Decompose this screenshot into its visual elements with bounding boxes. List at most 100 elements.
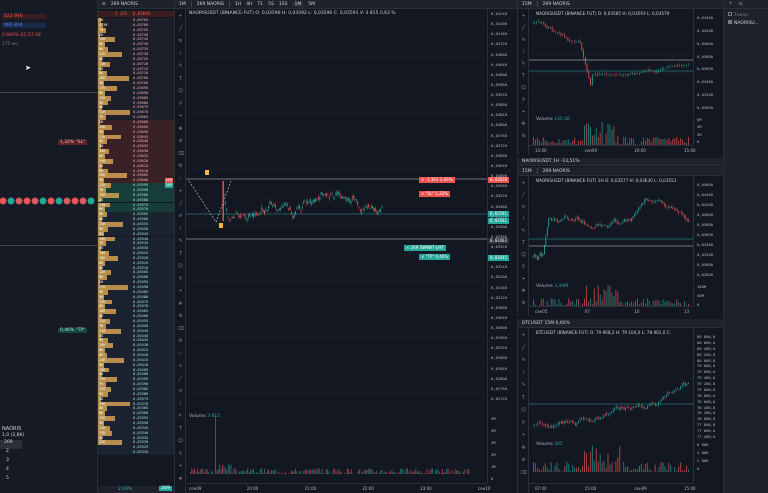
drawing-tool-icon[interactable]: ✎ <box>176 238 185 245</box>
size-item-2[interactable]: 3 <box>0 458 22 467</box>
chart-b-symbol[interactable]: 269 NAORIS <box>543 169 570 174</box>
chart-a-time-axis[interactable]: 15:00 сен09 20:00 15:00 <box>529 145 696 155</box>
order-tag[interactable]: × -1 361 2,69% <box>419 177 455 183</box>
drawing-tool-icon[interactable]: ⚲ <box>519 420 528 427</box>
tf-button-5s[interactable]: 5S <box>268 2 274 7</box>
chart-a-symbol[interactable]: 269 NAORIS <box>543 2 570 7</box>
drawing-tool-icon[interactable]: ╱ <box>519 192 528 199</box>
drawing-tool-icon[interactable]: ⊕ <box>176 313 185 320</box>
tf-button-15s[interactable]: 15S <box>279 2 288 7</box>
drawing-tool-icon[interactable]: ⚲ <box>176 451 185 458</box>
checkbox-icon[interactable] <box>728 12 732 16</box>
dom-row[interactable]: 0,03320 <box>98 450 174 455</box>
drawing-tool-icon[interactable]: ☺ <box>176 438 185 445</box>
drawing-tool-icon[interactable]: T <box>176 426 185 433</box>
chart-b-time-axis[interactable]: сен05 07 10 13 <box>529 306 693 316</box>
tp-level-label[interactable]: 0,46% "TP" <box>58 328 88 333</box>
drawing-tool-icon[interactable]: ≡ <box>176 388 185 395</box>
drawing-tool-icon[interactable]: ✎ <box>176 413 185 420</box>
chart-c-tab[interactable]: BTCUSDT 15M 0,60% <box>522 321 570 326</box>
alert-marker-icon[interactable] <box>205 170 209 175</box>
drawing-tool-icon[interactable]: T <box>519 240 528 247</box>
chart-b-tf[interactable]: 15M <box>522 169 532 174</box>
drawing-tool-icon[interactable]: ⌫ <box>176 326 185 333</box>
drawing-tool-icon[interactable]: ✎ <box>519 228 528 235</box>
checkbox-icon[interactable] <box>728 20 732 24</box>
drawing-tool-icon[interactable]: ⌖ <box>176 463 185 470</box>
drawing-tool-icon[interactable]: T <box>519 73 528 80</box>
drawing-tool-icon[interactable]: ⊕ <box>176 138 185 145</box>
drawing-tool-icon[interactable]: T <box>176 251 185 258</box>
drawing-tool-icon[interactable]: ✥ <box>176 476 185 483</box>
drawing-tool-icon[interactable]: ⌖ <box>519 109 528 116</box>
drawing-tool-icon[interactable]: ≡ <box>519 357 528 364</box>
drawing-tool-icon[interactable]: ⌇ <box>176 51 185 58</box>
drawing-tool-icon[interactable]: ≡ <box>519 204 528 211</box>
drawing-tool-icon[interactable]: ⊕ <box>519 133 528 140</box>
drawing-tool-icon[interactable]: T <box>176 76 185 83</box>
size-item-4[interactable]: 5 <box>0 476 22 485</box>
size-item-1[interactable]: 2 <box>0 449 22 458</box>
drawing-tool-icon[interactable]: ⌇ <box>519 216 528 223</box>
drawing-tool-icon[interactable]: ≡ <box>176 38 185 45</box>
drawing-tool-icon[interactable]: ⊕ <box>519 300 528 307</box>
drawing-tool-icon[interactable]: ⚲ <box>519 97 528 104</box>
watchlist-item-0[interactable]: Тикер <box>728 12 748 18</box>
drawing-tool-icon[interactable]: ✥ <box>176 126 185 133</box>
tf-button-t1[interactable]: T1 <box>258 2 264 7</box>
size-item-3[interactable]: 4 <box>0 467 22 476</box>
chart-c-price-axis[interactable]: 80 800,0 80 600,0 80 400,0 80 200,0 80 000,0… <box>693 328 723 439</box>
drawing-tool-icon[interactable]: ⌖ <box>519 276 528 283</box>
drawing-tool-icon[interactable]: ⚙ <box>176 163 185 170</box>
chart-a-price-axis[interactable]: 0,04400 0,04200 0,04000 0,03800 0,03600 0,034… <box>693 9 723 113</box>
chart-b-price-axis[interactable]: 0,04600 0,04400 0,04200 0,04000 0,03800 0,036… <box>693 176 723 280</box>
order-tag[interactable]: × "TP" 0,46% <box>419 254 451 260</box>
chart-a-price[interactable] <box>529 9 694 113</box>
drawing-tool-icon[interactable]: ≡ <box>176 213 185 220</box>
sl-level-label[interactable]: 1,32% "SL" <box>58 140 88 145</box>
drawing-tool-icon[interactable]: ╱ <box>519 345 528 352</box>
drawing-tool-icon[interactable]: + <box>176 363 185 370</box>
drawing-tool-icon[interactable]: ⌖ <box>176 288 185 295</box>
chart-b-tab[interactable]: NAORISUSDT 1H -13,51% <box>522 159 579 164</box>
drawing-tool-icon[interactable]: ⊕ <box>519 457 528 464</box>
tf-button-5m[interactable]: 5M <box>308 2 315 7</box>
alert-marker-icon[interactable] <box>219 223 223 228</box>
order-tag[interactable]: × "SL" 1,32% <box>419 191 451 197</box>
drawing-tool-icon[interactable]: ╱ <box>519 25 528 32</box>
tf-button-1m[interactable]: 1M <box>179 2 186 7</box>
drawing-tool-icon[interactable]: ⌇ <box>176 226 185 233</box>
drawing-tool-icon[interactable]: ╱ <box>176 201 185 208</box>
drawing-tool-icon[interactable]: ⌇ <box>176 401 185 408</box>
drawing-tool-icon[interactable]: T <box>519 395 528 402</box>
drawing-tool-icon[interactable]: + <box>519 332 528 339</box>
drawing-tool-icon[interactable]: ✥ <box>519 121 528 128</box>
drawing-tool-icon[interactable]: ✥ <box>519 445 528 452</box>
drawing-tool-icon[interactable]: ☺ <box>176 88 185 95</box>
drawing-tool-icon[interactable]: ≡ <box>519 37 528 44</box>
drawing-tool-icon[interactable]: ✥ <box>176 301 185 308</box>
drawing-tool-icon[interactable]: ✎ <box>519 382 528 389</box>
drawing-tool-icon[interactable]: ⚲ <box>176 101 185 108</box>
drawing-tool-icon[interactable]: ⌫ <box>519 470 528 477</box>
drawing-tool-icon[interactable]: ⌫ <box>176 151 185 158</box>
drawing-tool-icon[interactable]: ✎ <box>176 63 185 70</box>
chart-b-price[interactable] <box>529 176 694 280</box>
drawing-tool-icon[interactable]: ☺ <box>519 85 528 92</box>
drawing-tool-icon[interactable]: + <box>519 180 528 187</box>
drawing-tool-icon[interactable]: ✎ <box>519 61 528 68</box>
main-price-chart[interactable] <box>186 9 488 409</box>
dom-header-tab[interactable]: 269 NAORIS <box>111 2 138 7</box>
tf-button-1h[interactable]: 1H <box>235 2 241 7</box>
tf-button-4h[interactable]: 4H <box>246 2 252 7</box>
list-icon[interactable]: ≡ <box>738 0 743 7</box>
drawing-tool-icon[interactable]: ☺ <box>176 263 185 270</box>
drawing-tool-icon[interactable]: ⚲ <box>176 276 185 283</box>
drawing-path[interactable] <box>188 180 232 223</box>
drawing-tool-icon[interactable]: ╱ <box>176 26 185 33</box>
chart-c-time-axis[interactable]: 07:00 15:00 сен09 15:00 <box>529 483 696 493</box>
symbol-button[interactable]: 269 NAORIS <box>197 2 224 7</box>
drawing-tool-icon[interactable]: ⌖ <box>519 432 528 439</box>
chart-a-tf[interactable]: 15M <box>522 2 532 7</box>
drawing-tool-icon[interactable]: ⚲ <box>519 264 528 271</box>
